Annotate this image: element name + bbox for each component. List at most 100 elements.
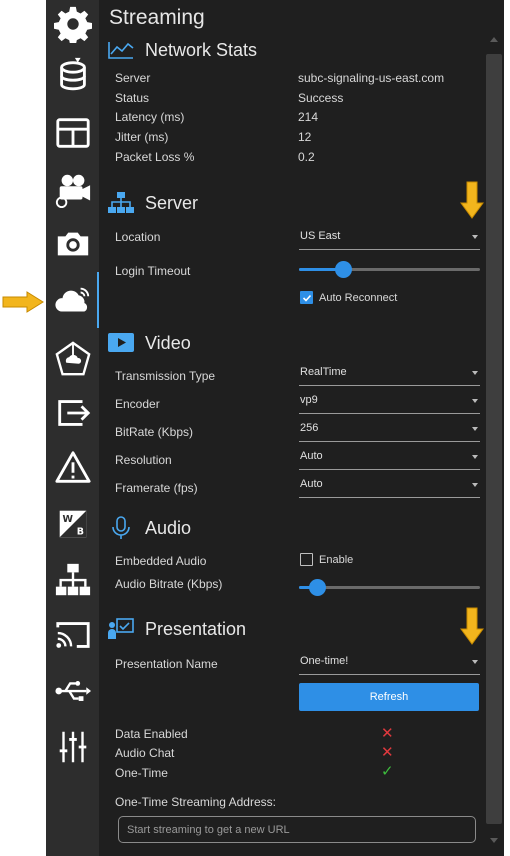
enable-audio-label: Enable bbox=[319, 553, 354, 566]
network-pentagon-icon bbox=[54, 341, 91, 376]
embedded-audio-label: Embedded Audio bbox=[115, 554, 207, 568]
microphone-icon bbox=[112, 516, 130, 539]
audio-bitrate-slider[interactable] bbox=[299, 577, 480, 597]
video-play-icon bbox=[108, 333, 134, 352]
presentation-name-value: One-time! bbox=[300, 655, 349, 667]
slider-track bbox=[299, 586, 480, 589]
auto-reconnect-checkbox[interactable]: Auto Reconnect bbox=[300, 291, 397, 304]
resolution-label: Resolution bbox=[115, 453, 172, 467]
stat-label-latency: Latency (ms) bbox=[115, 110, 185, 124]
equalizer-icon bbox=[59, 731, 86, 763]
sidebar-item-streaming[interactable] bbox=[46, 278, 99, 326]
line-chart-icon bbox=[108, 42, 134, 59]
encoder-value: vp9 bbox=[300, 394, 318, 406]
checkbox-checked-icon bbox=[300, 291, 313, 304]
svg-text:B: B bbox=[76, 526, 83, 537]
resolution-dropdown[interactable]: Auto bbox=[299, 446, 480, 470]
layout-icon bbox=[55, 118, 90, 148]
enable-audio-checkbox[interactable]: Enable bbox=[300, 553, 353, 566]
presentation-title: Presentation bbox=[145, 618, 247, 639]
transmission-type-dropdown[interactable]: RealTime bbox=[299, 362, 480, 386]
sidebar-item-camera[interactable] bbox=[46, 220, 99, 268]
scroll-down-arrow-icon[interactable] bbox=[487, 834, 501, 848]
auto-reconnect-label: Auto Reconnect bbox=[319, 291, 398, 304]
scroll-up-arrow-icon[interactable] bbox=[487, 32, 501, 46]
sidebar-item-export[interactable] bbox=[46, 389, 99, 437]
sidebar-item-warnings[interactable] bbox=[46, 444, 99, 492]
stat-label-packet-loss: Packet Loss % bbox=[115, 150, 195, 164]
checkbox-unchecked-icon bbox=[300, 553, 313, 566]
stat-label-server: Server bbox=[115, 71, 151, 85]
database-icon bbox=[59, 57, 86, 91]
vertical-scrollbar[interactable] bbox=[484, 30, 504, 850]
sidebar-item-settings[interactable] bbox=[46, 0, 99, 48]
sidebar-item-database[interactable] bbox=[46, 51, 99, 99]
sidebar-item-cast[interactable] bbox=[46, 611, 99, 659]
chevron-down-icon bbox=[472, 455, 478, 459]
chevron-down-icon bbox=[472, 235, 478, 239]
slider-thumb[interactable] bbox=[335, 261, 352, 278]
server-network-icon bbox=[108, 192, 134, 213]
framerate-dropdown[interactable]: Auto bbox=[299, 474, 480, 498]
chevron-down-icon bbox=[472, 660, 478, 664]
chevron-down-icon bbox=[472, 427, 478, 431]
scrollbar-thumb[interactable] bbox=[486, 54, 502, 824]
server-title: Server bbox=[145, 192, 199, 213]
transmission-type-value: RealTime bbox=[300, 366, 347, 378]
cloud-streaming-icon bbox=[54, 287, 89, 312]
annotation-arrow-down-icon bbox=[460, 181, 484, 219]
stat-value-server: subc-signaling-us-east.com bbox=[298, 71, 445, 85]
annotation-arrow-right-icon bbox=[2, 291, 44, 313]
location-label: Location bbox=[115, 230, 161, 244]
sidebar-item-network-topology[interactable] bbox=[46, 335, 99, 383]
checkmark-icon: ✓ bbox=[381, 763, 394, 780]
stat-label-jitter: Jitter (ms) bbox=[115, 130, 169, 144]
sidebar-item-layout[interactable] bbox=[46, 109, 99, 157]
audio-title: Audio bbox=[145, 517, 192, 538]
close-x-icon: ✕ bbox=[381, 725, 394, 742]
settings-gear-icon bbox=[53, 6, 92, 43]
sidebar-item-equalizer[interactable] bbox=[46, 723, 99, 771]
video-title: Video bbox=[145, 332, 191, 353]
location-value: US East bbox=[300, 230, 341, 242]
streaming-address-input[interactable] bbox=[118, 816, 476, 843]
data-enabled-label: Data Enabled bbox=[115, 727, 188, 741]
network-stats-header: Network Stats bbox=[107, 38, 257, 62]
video-header: Video bbox=[107, 331, 191, 355]
audio-chat-label: Audio Chat bbox=[115, 746, 175, 760]
encoder-label: Encoder bbox=[115, 397, 160, 411]
presentation-name-dropdown[interactable]: One-time! bbox=[299, 651, 480, 675]
sidebar-item-white-balance[interactable]: W B bbox=[46, 500, 99, 548]
server-header: Server bbox=[107, 191, 198, 215]
login-timeout-slider[interactable] bbox=[299, 259, 480, 279]
network-tree-icon bbox=[55, 563, 90, 596]
presentation-name-label: Presentation Name bbox=[115, 657, 218, 671]
chevron-down-icon bbox=[472, 483, 478, 487]
chevron-down-icon bbox=[472, 371, 478, 375]
location-dropdown[interactable]: US East bbox=[299, 226, 480, 250]
stat-value-status: Success bbox=[298, 91, 344, 105]
framerate-label: Framerate (fps) bbox=[115, 481, 198, 495]
presentation-header: Presentation bbox=[107, 617, 246, 641]
stat-value-latency: 214 bbox=[298, 110, 319, 124]
sidebar-item-camera-settings[interactable] bbox=[46, 166, 99, 214]
warning-icon bbox=[54, 451, 91, 483]
bitrate-dropdown[interactable]: 256 bbox=[299, 418, 480, 442]
sidebar-item-network[interactable] bbox=[46, 556, 99, 604]
network-stats-title: Network Stats bbox=[145, 39, 258, 60]
stat-value-packet-loss: 0.2 bbox=[298, 150, 315, 164]
one-time-label: One-Time bbox=[115, 766, 168, 780]
framerate-value: Auto bbox=[300, 478, 323, 490]
refresh-button[interactable]: Refresh bbox=[299, 683, 479, 711]
slider-thumb[interactable] bbox=[309, 579, 326, 596]
usb-icon bbox=[54, 681, 91, 701]
page-title: Streaming bbox=[109, 6, 205, 29]
sidebar-item-usb[interactable] bbox=[46, 667, 99, 715]
encoder-dropdown[interactable]: vp9 bbox=[299, 390, 480, 414]
settings-panel: Streaming Network Stats Server subc-sign… bbox=[99, 0, 504, 856]
whitebalance-icon: W B bbox=[59, 510, 86, 537]
close-x-icon: ✕ bbox=[381, 744, 394, 761]
cast-icon bbox=[55, 622, 90, 648]
photo-camera-icon bbox=[57, 232, 88, 256]
stat-value-jitter: 12 bbox=[298, 130, 312, 144]
